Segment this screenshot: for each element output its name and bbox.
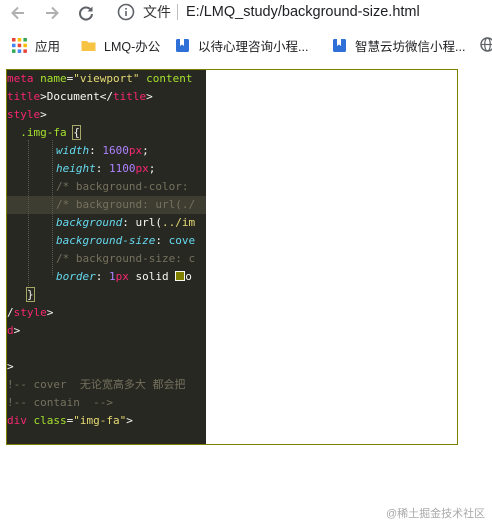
code-screenshot-background: meta name="viewport" content title>Docum… (7, 70, 206, 444)
code-line: > (7, 360, 14, 373)
indent-guide (52, 140, 53, 275)
bookmark-lmq-office[interactable]: LMQ-办公 (81, 36, 160, 54)
bookmark-icon (176, 38, 189, 52)
arrow-right-icon (46, 6, 59, 20)
back-button[interactable] (6, 2, 30, 24)
code-line: !-- contain --> (7, 396, 113, 409)
bookmark-icon (333, 38, 346, 52)
code-line: /* background: url(./ (56, 198, 196, 211)
address-input[interactable]: E:/LMQ_study/background-size.html (186, 3, 420, 21)
bookmarks-bar: 应用 LMQ-办公 以待心理咨询小程... 智慧云坊微信小程... (0, 27, 492, 60)
code-line: width: 1600px; (56, 144, 149, 157)
code-line: div class="img-fa"> (7, 414, 133, 427)
code-line: height: 1100px; (56, 162, 156, 175)
code-line: background: url(../im (56, 216, 196, 229)
code-line: meta name="viewport" content (7, 72, 193, 85)
arrow-left-icon (11, 6, 24, 20)
indent-guide (28, 140, 29, 290)
folder-icon (81, 40, 96, 51)
bookmark-yidai[interactable]: 以待心理咨询小程... (175, 36, 308, 54)
bookmark-label: 智慧云坊微信小程... (355, 39, 466, 54)
url-scheme-label: 文件 (143, 4, 171, 20)
watermark: @稀土掘金技术社区 (386, 508, 486, 520)
code-line: .img-fa { (7, 125, 81, 140)
code-line: border: 1px solid o (56, 270, 192, 283)
code-line: /* background-color: (56, 180, 196, 193)
code-line: style> (7, 108, 47, 121)
code-line: } (26, 287, 35, 302)
browser-toolbar: 文件 E:/LMQ_study/background-size.html (0, 0, 492, 27)
code-line: /style> (7, 306, 54, 319)
forward-button[interactable] (40, 2, 64, 24)
code-line: !-- cover 无论宽高多大 都会把 (7, 378, 186, 391)
bookmark-zhihui[interactable]: 智慧云坊微信小程... (332, 36, 465, 54)
url-divider (177, 4, 178, 20)
code-line: title>Document</title> (7, 90, 153, 103)
color-swatch (175, 271, 186, 281)
img-fa-box: meta name="viewport" content title>Docum… (6, 69, 458, 445)
code-line: d> (7, 324, 21, 337)
bookmark-label: 应用 (35, 39, 61, 54)
globe-icon[interactable] (480, 37, 492, 52)
reload-button[interactable] (74, 2, 98, 24)
apps-grid-icon (12, 37, 27, 53)
code-line: /* background-size: c (56, 252, 196, 265)
bookmark-apps[interactable]: 应用 (12, 36, 60, 54)
code-line: background-size: cove (56, 234, 196, 247)
reload-icon (79, 6, 93, 21)
bookmark-label: LMQ-办公 (104, 39, 161, 54)
bookmark-label: 以待心理咨询小程... (198, 39, 309, 54)
info-icon[interactable] (117, 3, 135, 21)
